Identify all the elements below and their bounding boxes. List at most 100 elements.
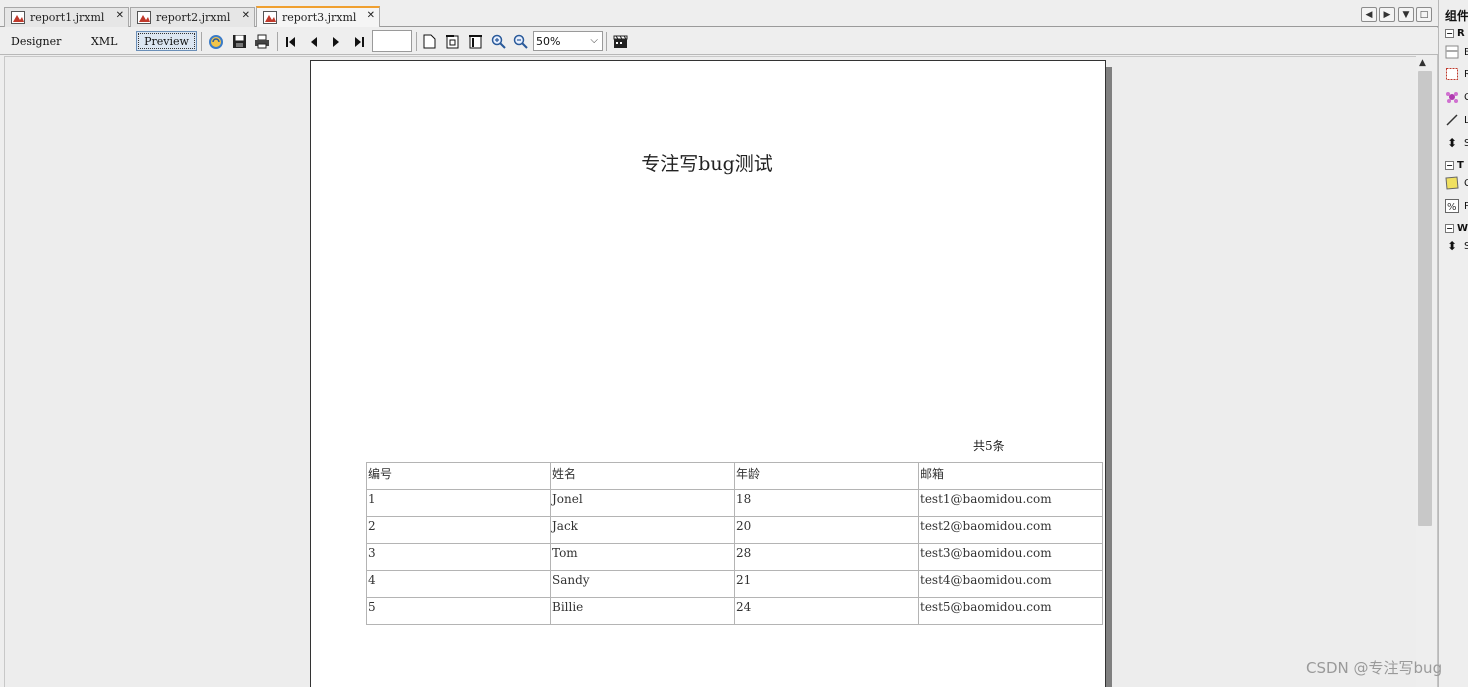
palette-item-spacer[interactable]: ⬍ S — [1444, 134, 1468, 152]
fit-width-icon[interactable] — [466, 33, 484, 50]
preview-button[interactable]: Preview — [136, 31, 197, 51]
band-icon — [1444, 44, 1460, 60]
collapse-icon[interactable]: − — [1445, 223, 1454, 233]
tab-report1[interactable]: report1.jrxml ✕ — [4, 7, 129, 27]
svg-text:%: % — [1447, 202, 1457, 213]
designer-button[interactable]: Designer — [11, 35, 61, 48]
export-clapper-icon[interactable] — [611, 33, 629, 50]
collapse-icon[interactable]: − — [1445, 160, 1454, 170]
spacer-arrows-icon: ⬍ — [1446, 239, 1458, 253]
cell-email: test4@baomidou.com — [918, 570, 1103, 598]
spacer-arrows-icon: ⬍ — [1446, 136, 1458, 150]
cell-age: 18 — [734, 489, 919, 517]
scrollbar-thumb[interactable] — [1418, 71, 1432, 526]
column-header: 编号 — [366, 462, 551, 490]
palette-item-line[interactable]: L — [1444, 111, 1468, 129]
zoom-in-icon[interactable] — [489, 33, 507, 50]
csdn-watermark: CSDN @专注写bug — [1306, 659, 1443, 677]
palette-section[interactable]: − R — [1445, 27, 1465, 39]
palette-item-label: L — [1464, 115, 1468, 126]
column-header: 姓名 — [550, 462, 735, 490]
cell-email: test3@baomidou.com — [918, 543, 1103, 571]
cell-age: 20 — [734, 516, 919, 544]
section-label: T — [1457, 159, 1464, 171]
save-icon[interactable] — [230, 33, 248, 50]
palette-item-label: R — [1464, 69, 1468, 80]
palette-item-rectangle[interactable]: R — [1444, 65, 1468, 83]
note-icon — [1444, 175, 1460, 191]
cell-name: Jonel — [550, 489, 735, 517]
tab-list-dropdown-icon[interactable]: ▼ — [1398, 7, 1414, 22]
previous-page-icon[interactable] — [305, 33, 323, 50]
tab-label: report2.jrxml — [156, 11, 231, 24]
actual-size-icon[interactable] — [420, 33, 438, 50]
palette-item-chart[interactable]: C — [1444, 88, 1468, 106]
tab-scroll-left-icon[interactable]: ◀ — [1361, 7, 1377, 22]
percent-icon: % — [1444, 198, 1460, 214]
jrxml-file-icon — [137, 11, 151, 24]
xml-button[interactable]: XML — [91, 35, 117, 48]
column-header: 年龄 — [734, 462, 919, 490]
cell-id: 5 — [366, 597, 551, 625]
last-page-icon[interactable] — [350, 33, 368, 50]
tab-report3[interactable]: report3.jrxml ✕ — [256, 6, 380, 27]
report-page: 专注写bug测试 共5条 编号 姓名 年龄 邮箱 1 Jonel 18 test… — [310, 60, 1106, 687]
refresh-icon[interactable] — [207, 33, 225, 50]
close-icon[interactable]: ✕ — [116, 10, 124, 21]
table-row: 4 Sandy 21 test4@baomidou.com — [366, 570, 1103, 598]
preview-label: Preview — [144, 34, 189, 48]
cell-name: Billie — [550, 597, 735, 625]
zoom-select[interactable]: 50% ⌵ — [533, 31, 603, 51]
table-row: 3 Tom 28 test3@baomidou.com — [366, 543, 1103, 571]
record-count: 共5条 — [973, 439, 1005, 453]
section-label: W — [1457, 222, 1468, 234]
next-page-icon[interactable] — [327, 33, 345, 50]
jrxml-file-icon — [11, 11, 25, 24]
document-tab-bar: report1.jrxml ✕ report2.jrxml ✕ report3.… — [0, 0, 1438, 27]
scroll-up-icon[interactable]: ▲ — [1419, 58, 1426, 68]
print-icon[interactable] — [253, 33, 271, 50]
cell-id: 4 — [366, 570, 551, 598]
cell-email: test5@baomidou.com — [918, 597, 1103, 625]
cell-name: Jack — [550, 516, 735, 544]
palette-section[interactable]: − W — [1445, 222, 1468, 234]
jrxml-file-icon — [263, 11, 277, 24]
component-palette: 组件 − R B R C L ⬍ S − T — [1438, 0, 1468, 687]
table-header-row: 编号 姓名 年龄 邮箱 — [366, 462, 1103, 490]
line-icon — [1444, 112, 1460, 128]
palette-item-band[interactable]: B — [1444, 43, 1468, 61]
close-icon[interactable]: ✕ — [367, 10, 375, 21]
toolbar-separator — [277, 32, 278, 51]
palette-item-current-date[interactable]: C — [1444, 174, 1468, 192]
table-row: 5 Billie 24 test5@baomidou.com — [366, 597, 1103, 625]
cell-email: test2@baomidou.com — [918, 516, 1103, 544]
zoom-out-icon[interactable] — [511, 33, 529, 50]
cell-age: 28 — [734, 543, 919, 571]
palette-item-percentage[interactable]: % P — [1444, 197, 1468, 215]
tab-scroll-controls: ◀ ▶ — [1361, 7, 1395, 23]
palette-item-spacer-2[interactable]: ⬍ S — [1444, 237, 1468, 255]
palette-item-label: C — [1464, 92, 1468, 103]
tab-report2[interactable]: report2.jrxml ✕ — [130, 7, 255, 27]
close-icon[interactable]: ✕ — [242, 10, 250, 21]
cell-name: Tom — [550, 543, 735, 571]
first-page-icon[interactable] — [282, 33, 300, 50]
palette-section[interactable]: − T — [1445, 159, 1464, 171]
toolbar-separator — [606, 32, 607, 51]
collapse-icon[interactable]: − — [1445, 28, 1454, 38]
report-title: 专注写bug测试 — [641, 153, 773, 175]
tab-scroll-right-icon[interactable]: ▶ — [1379, 7, 1395, 22]
fit-page-icon[interactable] — [443, 33, 461, 50]
editor-toolbar: Designer XML Preview 50% ⌵ — [0, 28, 1438, 55]
palette-item-label: B — [1464, 47, 1468, 58]
toolbar-separator — [201, 32, 202, 51]
editor-area: report1.jrxml ✕ report2.jrxml ✕ report3.… — [0, 0, 1438, 687]
maximize-icon[interactable]: □ — [1416, 7, 1432, 22]
column-header: 邮箱 — [918, 462, 1103, 490]
page-number-input[interactable] — [372, 30, 412, 52]
zoom-value: 50% — [536, 34, 561, 48]
report-table: 编号 姓名 年龄 邮箱 1 Jonel 18 test1@baomidou.co… — [366, 462, 1103, 625]
table-row: 1 Jonel 18 test1@baomidou.com — [366, 489, 1103, 517]
cell-id: 2 — [366, 516, 551, 544]
vertical-scrollbar[interactable]: ▲ — [1416, 56, 1434, 687]
